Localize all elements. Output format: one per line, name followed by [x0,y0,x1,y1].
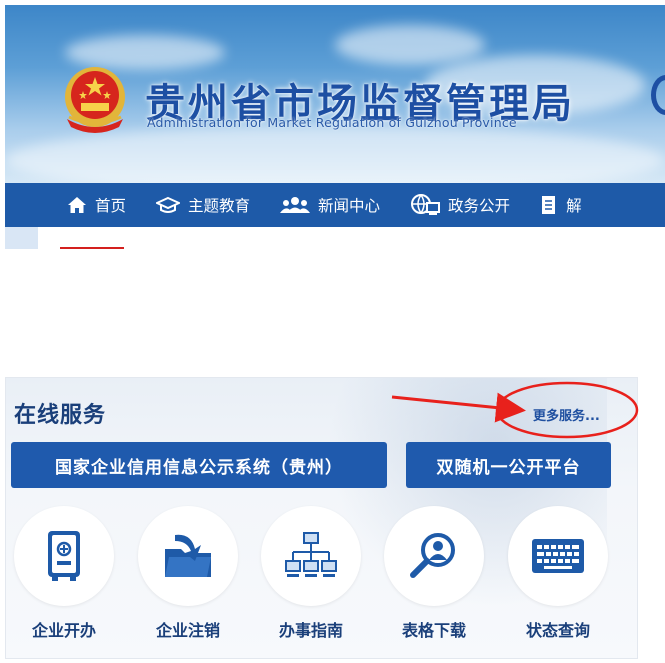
service-enterprise-cancellation[interactable]: 企业注销 [136,506,240,656]
service-label: 状态查询 [525,621,590,640]
nav-item-theme-education[interactable]: 主题教育 [156,194,250,216]
double-random-platform-button[interactable]: 双随机一公开平台 [406,442,611,488]
more-services-link[interactable]: 更多服务... [533,405,600,424]
service-icon-circle [14,506,114,606]
folder-arrow-icon [165,534,211,577]
section-title: 在线服务 [14,403,107,428]
nav-under-block [5,227,38,249]
service-guide[interactable]: 办事指南 [259,506,363,656]
graduation-cap-icon [156,196,181,213]
nav-item-label: 解 [566,197,582,215]
service-label: 表格下载 [401,621,466,640]
nav-item-government-affairs[interactable]: 政务公开 [410,194,510,216]
service-icon-circle [261,506,361,606]
nav-item-home[interactable]: 首页 [67,194,126,216]
tab-underline-red [60,247,124,249]
nav-item-label: 政务公开 [448,197,511,215]
service-icon-circle [138,506,238,606]
credit-info-system-button[interactable]: 国家企业信用信息公示系统（贵州） [11,442,387,488]
header-banner: 贵州省市场监督管理局 Administration for Market Reg… [5,5,665,183]
service-icon-circle [384,506,484,606]
service-grid: 企业开办 企业注销 办事指南 表格下载 状态查询 [12,506,632,656]
service-label: 企业注销 [155,621,220,640]
keyboard-icon [532,539,584,573]
service-label: 办事指南 [278,621,343,640]
home-icon [68,197,86,213]
site-subtitle: Administration for Market Regulation of … [147,115,517,130]
service-form-download[interactable]: 表格下载 [382,506,486,656]
nav-item-label: 新闻中心 [318,197,381,215]
magnifier-person-icon [410,533,455,578]
users-icon [280,197,311,213]
network-computers-icon [285,532,337,577]
service-enterprise-opening[interactable]: 企业开办 [12,506,116,656]
safe-box-icon [48,531,80,581]
main-nav: 首页 主题教育 新闻中心 政务公开 解 [5,183,665,227]
title-bracket-glyph [651,75,665,115]
service-label: 企业开办 [31,621,96,640]
globe-computer-icon [411,194,441,215]
nav-item-truncated[interactable]: 解 [540,194,582,216]
document-icon [542,196,556,214]
service-icon-circle [508,506,608,606]
national-emblem-icon [65,67,125,133]
nav-item-news-center[interactable]: 新闻中心 [280,194,380,216]
nav-item-label: 首页 [95,197,127,215]
nav-item-label: 主题教育 [188,197,251,215]
service-status-query[interactable]: 状态查询 [506,506,610,656]
